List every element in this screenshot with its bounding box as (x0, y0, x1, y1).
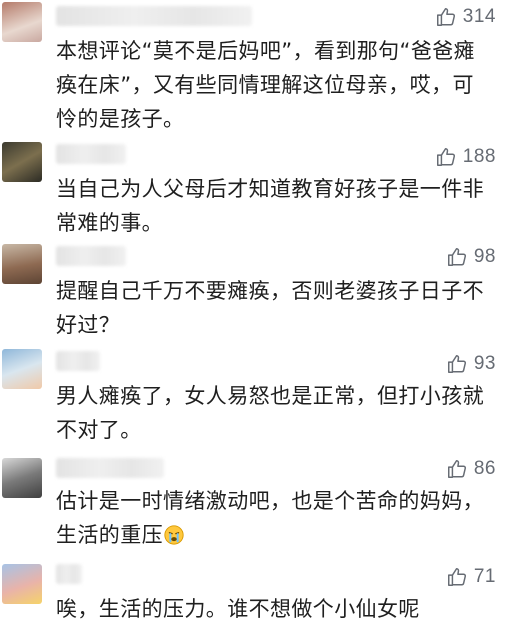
username[interactable] (56, 6, 252, 26)
thumbs-up-icon (446, 566, 468, 588)
thumbs-up-icon (446, 458, 468, 480)
like-button[interactable]: 98 (446, 246, 496, 268)
comment-text: 估计是一时情绪激动吧，也是个苦命的妈妈，生活的重压 (56, 484, 486, 552)
comment-text: 本想评论“莫不是后妈吧”，看到那句“爸爸瘫痪在床”，又有些同情理解这位母亲，哎，… (56, 39, 476, 131)
thumbs-up-icon (446, 353, 468, 375)
comment-text: 提醒自己千万不要瘫痪，否则老婆孩子日子不好过？ (56, 279, 484, 337)
username[interactable] (56, 351, 100, 371)
avatar[interactable] (2, 458, 42, 498)
thumbs-up-icon (446, 246, 468, 268)
like-button[interactable]: 188 (435, 146, 496, 168)
username[interactable] (56, 564, 82, 584)
comment-text: 当自己为人父母后才知道教育好孩子是一件非常难的事。 (56, 177, 484, 235)
username[interactable] (56, 458, 164, 478)
comment-text: 唉，生活的压力。谁不想做个小仙女呢 (56, 597, 420, 621)
like-button[interactable]: 93 (446, 353, 496, 375)
like-count: 188 (462, 146, 496, 167)
avatar[interactable] (2, 349, 42, 389)
thumbs-up-icon (435, 6, 457, 28)
avatar[interactable] (2, 2, 42, 42)
like-button[interactable]: 314 (435, 6, 496, 28)
like-button[interactable]: 71 (446, 566, 496, 588)
avatar[interactable] (2, 142, 42, 182)
avatar[interactable] (2, 564, 42, 604)
thumbs-up-icon (435, 146, 457, 168)
like-count: 98 (473, 246, 496, 267)
username[interactable] (56, 246, 126, 266)
crying-face-icon (164, 525, 184, 545)
like-count: 71 (473, 566, 496, 587)
like-count: 314 (462, 6, 496, 27)
like-button[interactable]: 86 (446, 458, 496, 480)
like-count: 86 (473, 458, 496, 479)
avatar[interactable] (2, 244, 42, 284)
username[interactable] (56, 144, 126, 164)
comment-text: 男人瘫痪了，女人易怒也是正常，但打小孩就不对了。 (56, 384, 484, 442)
like-count: 93 (473, 353, 496, 374)
comment-text-content: 估计是一时情绪激动吧，也是个苦命的妈妈，生活的重压 (56, 489, 484, 547)
